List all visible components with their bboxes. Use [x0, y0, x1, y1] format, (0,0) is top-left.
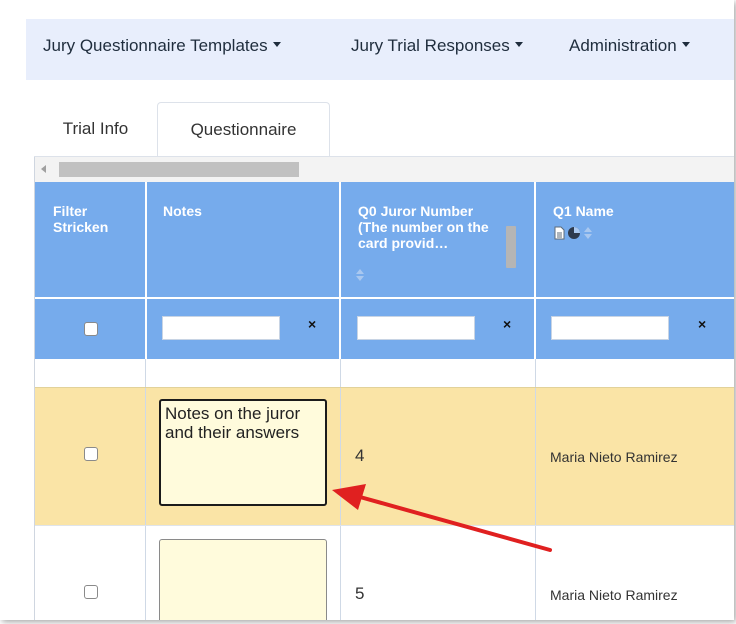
- nav-administration[interactable]: Administration: [569, 36, 690, 56]
- header-q1-name[interactable]: Q1 Name: [553, 203, 713, 219]
- nav-label: Jury Trial Responses: [351, 36, 510, 55]
- caret-down-icon: [514, 42, 523, 48]
- juror-number-cell: 4: [355, 446, 365, 465]
- column-divider: [145, 359, 146, 387]
- tab-questionnaire[interactable]: Questionnaire: [157, 102, 330, 157]
- caret-down-icon: [681, 42, 690, 48]
- filter-q1-input[interactable]: [551, 316, 669, 340]
- juror-number-cell: 5: [355, 584, 365, 603]
- annotation-arrow-icon: [332, 484, 552, 552]
- column-divider: [534, 182, 536, 297]
- header-notes[interactable]: Notes: [163, 203, 323, 219]
- filter-stricken-checkbox[interactable]: [84, 322, 98, 336]
- juror-name-cell: Maria Nieto Ramirez: [550, 449, 678, 465]
- nav-jury-trial-responses[interactable]: Jury Trial Responses: [351, 36, 523, 56]
- top-navbar: Jury Questionnaire Templates Jury Trial …: [26, 19, 734, 80]
- header-filter-stricken[interactable]: Filter Stricken: [53, 203, 133, 235]
- nav-label: Jury Questionnaire Templates: [43, 36, 268, 55]
- app-window: Jury Questionnaire Templates Jury Trial …: [0, 0, 734, 620]
- caret-down-icon: [272, 42, 281, 48]
- nav-label: Administration: [569, 36, 677, 55]
- column-divider: [535, 359, 536, 387]
- juror-name-cell: Maria Nieto Ramirez: [550, 587, 678, 603]
- sort-updown-icon[interactable]: [355, 268, 365, 282]
- column-divider: [145, 388, 146, 525]
- column-divider: [339, 299, 341, 359]
- sort-updown-icon[interactable]: [583, 226, 593, 240]
- grid-filter-row: × × ×: [35, 297, 734, 359]
- document-icon[interactable]: [553, 226, 565, 240]
- grid-header-row: Filter Stricken Notes Q0 Juror Number (T…: [35, 182, 734, 297]
- column-divider: [145, 182, 147, 297]
- pie-chart-icon[interactable]: [567, 226, 581, 240]
- filter-q0-clear-button[interactable]: ×: [503, 316, 511, 332]
- header-q0-juror-number[interactable]: Q0 Juror Number (The number on the card …: [358, 203, 498, 251]
- column-divider: [145, 526, 146, 620]
- nav-jury-questionnaire-templates[interactable]: Jury Questionnaire Templates: [43, 36, 281, 56]
- scrollbar-thumb[interactable]: [59, 162, 299, 177]
- column-divider: [340, 359, 341, 387]
- filter-notes-input[interactable]: [162, 316, 280, 340]
- row-stricken-checkbox[interactable]: [84, 447, 98, 461]
- column-divider: [339, 182, 341, 297]
- filter-q0-input[interactable]: [357, 316, 475, 340]
- header-text-scrollbar[interactable]: [506, 226, 516, 268]
- filter-q1-clear-button[interactable]: ×: [698, 316, 706, 332]
- tab-trial-info[interactable]: Trial Info: [34, 102, 157, 156]
- column-divider: [145, 299, 147, 359]
- notes-textarea[interactable]: Notes on the juror and their answers: [159, 399, 327, 506]
- grid-spacer: [35, 359, 734, 387]
- horizontal-scrollbar[interactable]: [35, 157, 734, 183]
- scroll-left-arrow-icon[interactable]: [41, 165, 46, 173]
- notes-textarea[interactable]: [159, 539, 327, 620]
- row-stricken-checkbox[interactable]: [84, 585, 98, 599]
- column-divider: [534, 299, 536, 359]
- filter-notes-clear-button[interactable]: ×: [308, 316, 316, 332]
